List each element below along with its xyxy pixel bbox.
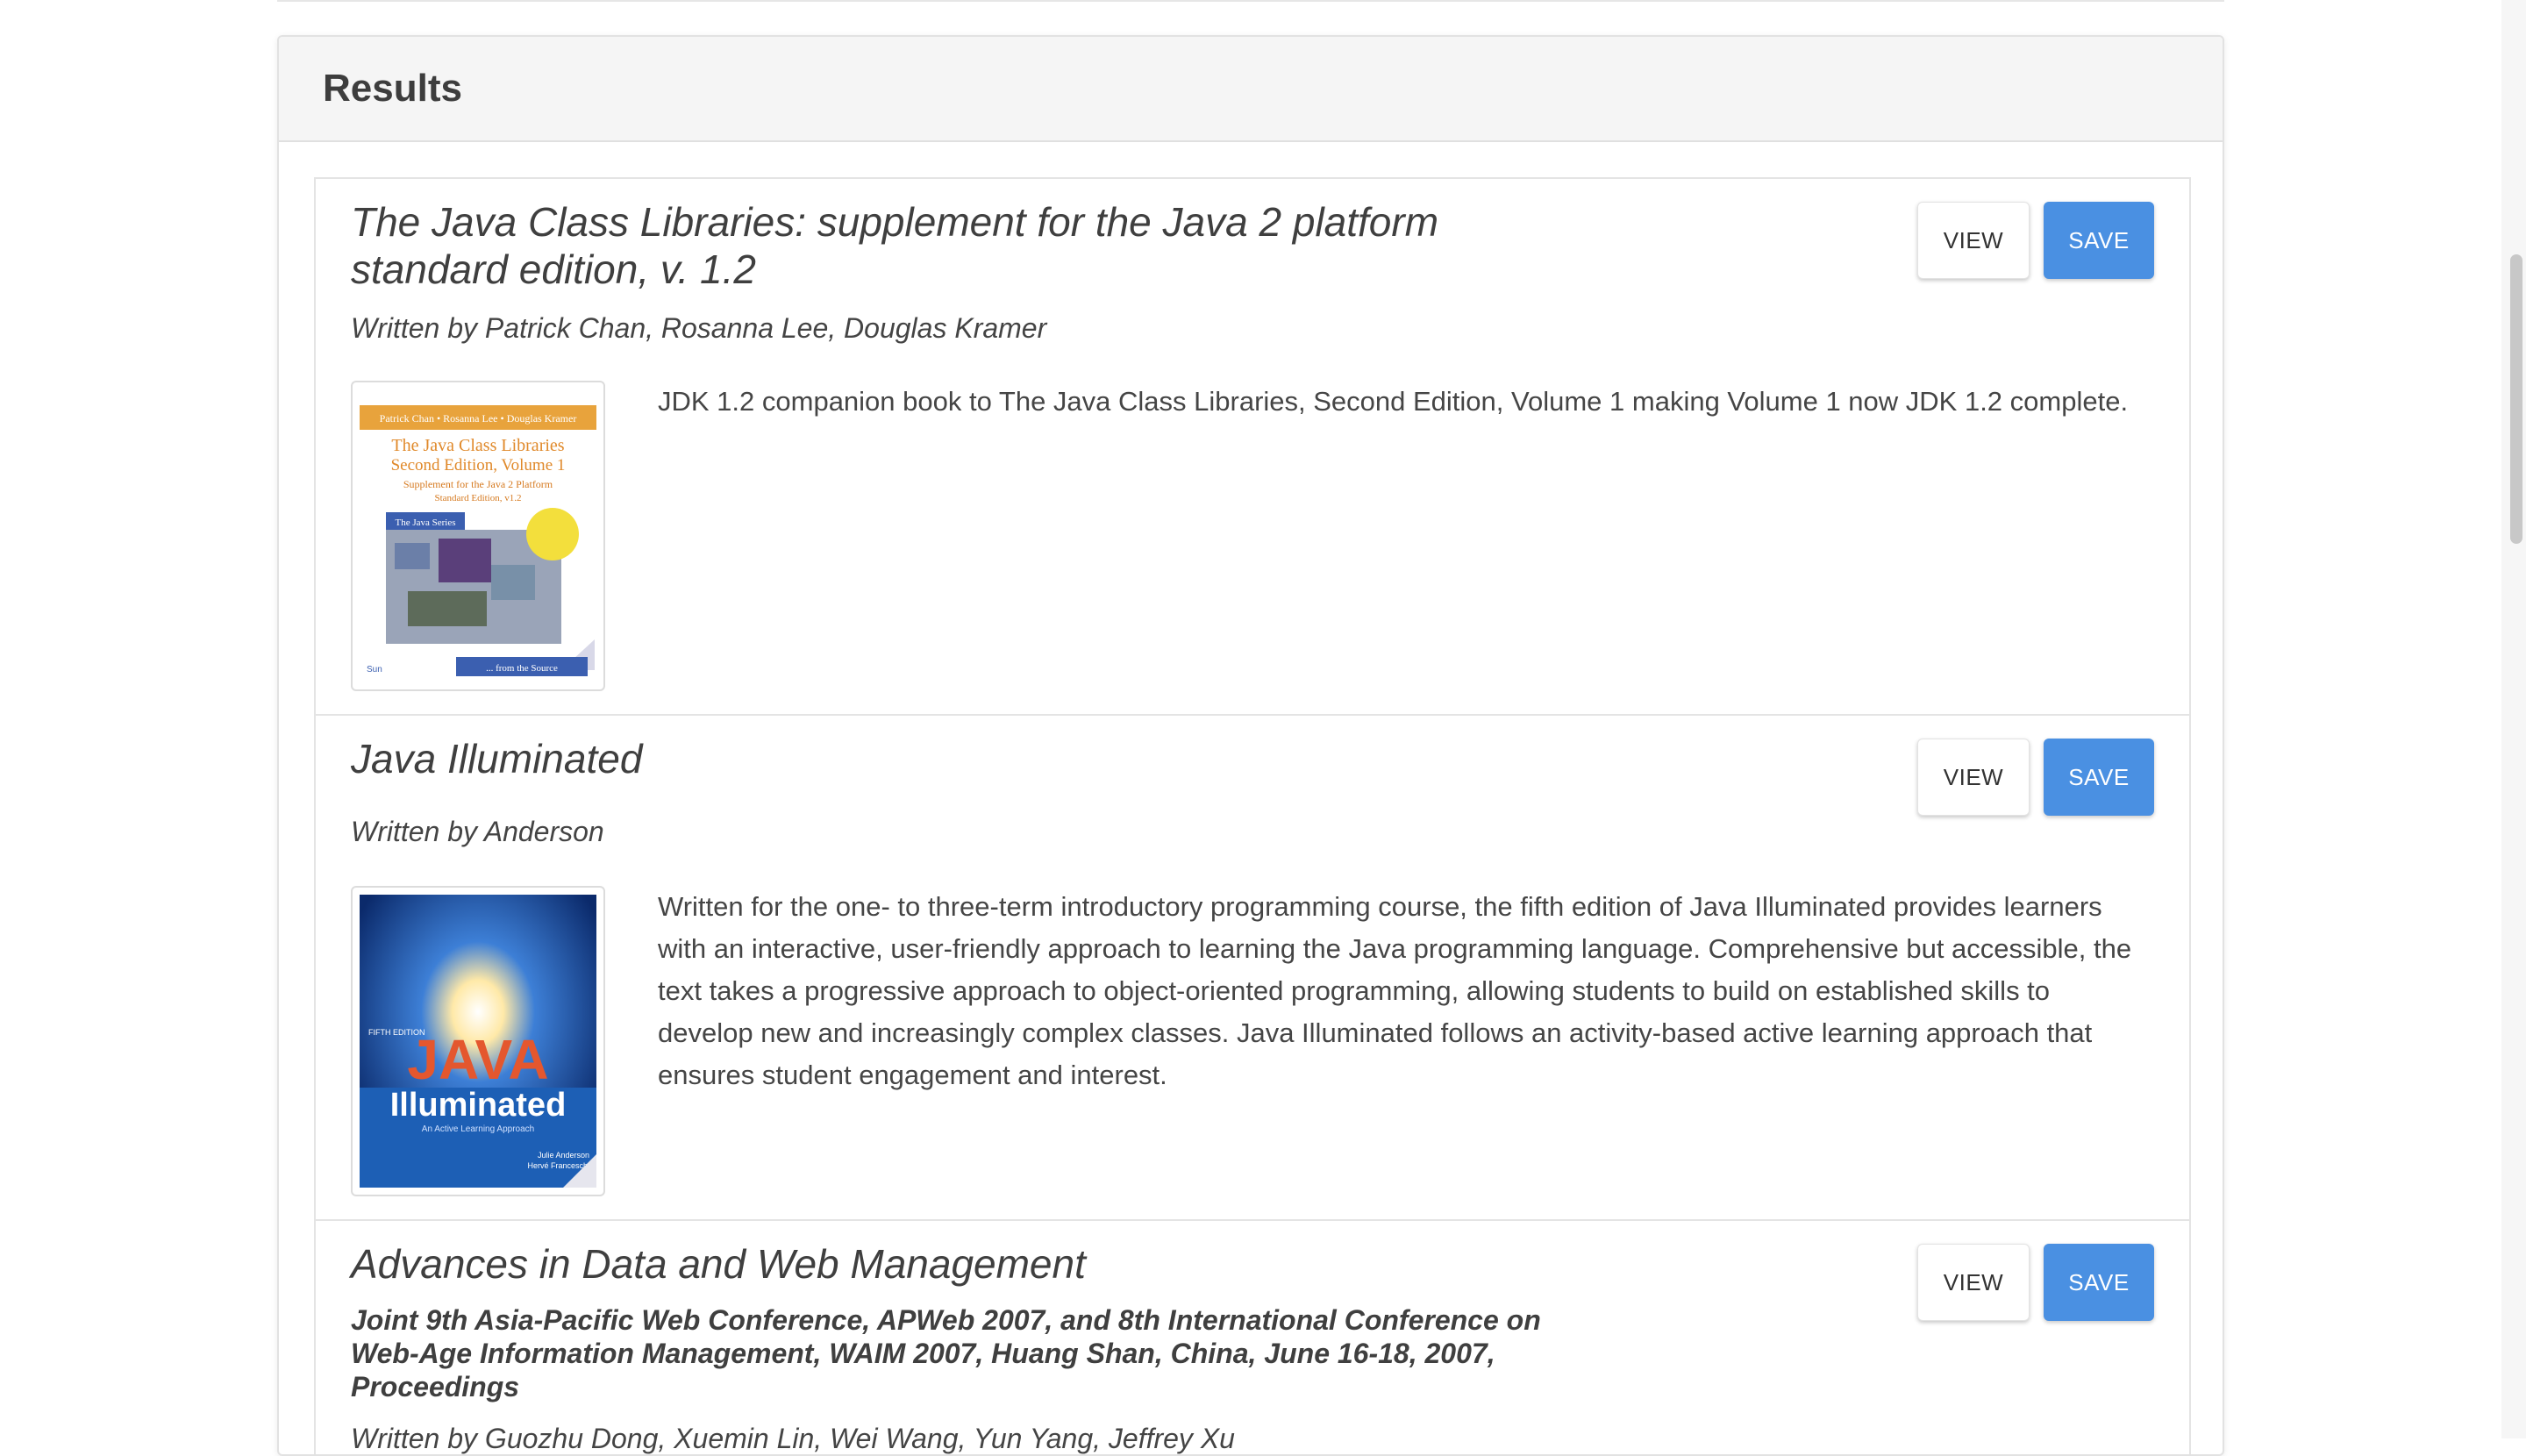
cover-word: JAVA	[407, 1028, 548, 1091]
book-cover-image: FIFTH EDITION JAVA Illuminated An Active…	[360, 895, 596, 1188]
book-cover-image: Patrick Chan • Rosanna Lee • Douglas Kra…	[360, 389, 596, 682]
result-title[interactable]: The Java Class Libraries: supplement for…	[351, 198, 1438, 293]
top-divider	[277, 0, 2224, 2]
view-button[interactable]: VIEW	[1917, 739, 2030, 816]
save-button[interactable]: SAVE	[2044, 1244, 2154, 1321]
result-subtitle: Joint 9th Asia-Pacific Web Conference, A…	[351, 1304, 1541, 1402]
cover-author: Julie Anderson	[538, 1151, 589, 1160]
scrollbar[interactable]	[2501, 0, 2526, 1438]
cover-authors: Patrick Chan • Rosanna Lee • Douglas Kra…	[380, 412, 577, 425]
cover-word: Illuminated	[390, 1087, 567, 1124]
save-button[interactable]: SAVE	[2044, 739, 2154, 816]
result-authors: Written by Anderson	[351, 816, 604, 847]
result-authors: Written by Patrick Chan, Rosanna Lee, Do…	[351, 312, 1047, 344]
cover-subtitle: Standard Edition, v1.2	[435, 493, 522, 503]
cover-author: Hervé Franceschi	[527, 1161, 589, 1170]
cover-title: The Java Class Libraries	[391, 436, 564, 455]
scrollbar-thumb[interactable]	[2510, 254, 2522, 544]
cover-tagline: ... from the Source	[486, 663, 558, 674]
view-button[interactable]: VIEW	[1917, 202, 2030, 279]
cover-edition: Second Edition, Volume 1	[391, 456, 566, 475]
result-title-line: standard edition, v. 1.2	[351, 246, 756, 292]
result-description: JDK 1.2 companion book to The Java Class…	[658, 386, 2129, 417]
cover-subtitle: Supplement for the Java 2 Platform	[403, 478, 553, 490]
results-panel: Results The Java Class Libraries: supple…	[277, 35, 2224, 1456]
result-title[interactable]: Advances in Data and Web Management	[351, 1240, 1086, 1288]
result-authors: Written by Guozhu Dong, Xuemin Lin, Wei …	[351, 1423, 1235, 1454]
save-button[interactable]: SAVE	[2044, 202, 2154, 279]
panel-title: Results	[323, 67, 462, 110]
view-button[interactable]: VIEW	[1917, 1244, 2030, 1321]
result-description: Written for the one- to three-term intro…	[658, 891, 2132, 1090]
cover-tagline: An Active Learning Approach	[422, 1124, 534, 1134]
panel-header: Results	[279, 37, 2223, 142]
result-item: Java Illuminated Written by Anderson FIF…	[316, 716, 2189, 1221]
results-list: The Java Class Libraries: supplement for…	[314, 177, 2191, 1454]
book-cover[interactable]: FIFTH EDITION JAVA Illuminated An Active…	[351, 886, 605, 1196]
result-item: Advances in Data and Web Management Join…	[316, 1221, 2189, 1454]
cover-series: The Java Series	[395, 517, 455, 528]
book-cover[interactable]: Patrick Chan • Rosanna Lee • Douglas Kra…	[351, 381, 605, 691]
result-item: The Java Class Libraries: supplement for…	[316, 179, 2189, 716]
cover-publisher: Sun	[367, 665, 382, 674]
result-title-line: The Java Class Libraries: supplement for…	[351, 199, 1439, 245]
result-title[interactable]: Java Illuminated	[351, 735, 642, 782]
